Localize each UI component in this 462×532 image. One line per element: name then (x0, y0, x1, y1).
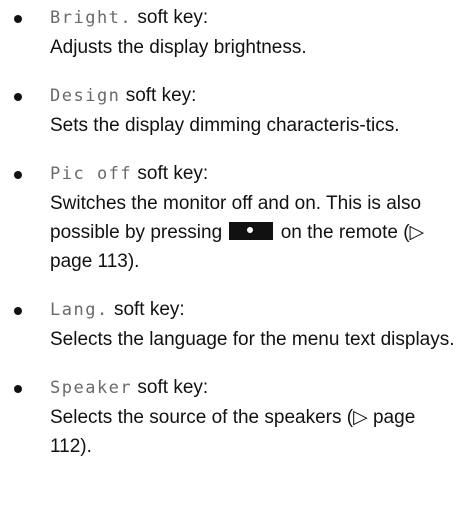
soft-key-description: Sets the display dimming characteris-tic… (50, 115, 400, 136)
list-item: Lang. soft key: Selects the language for… (0, 295, 462, 354)
soft-key-description: Selects the source of the speakers (▷ pa… (50, 407, 416, 457)
soft-key-suffix: soft key: (132, 377, 209, 398)
soft-key-description: Switches the monitor off and on. This is… (50, 189, 462, 276)
soft-key-suffix: soft key: (108, 299, 185, 320)
soft-key-description: Adjusts the display brightness. (50, 37, 307, 58)
bullet-icon (14, 307, 22, 315)
soft-key-name: Design (50, 86, 121, 106)
list-item: Design soft key: Sets the display dimmin… (0, 81, 462, 140)
bullet-icon (14, 385, 22, 393)
bullet-icon (14, 93, 22, 101)
soft-key-suffix: soft key: (132, 163, 209, 184)
monitor-button-icon (229, 222, 274, 240)
list-item: Speaker soft key: Selects the source of … (0, 373, 462, 461)
soft-key-description: Selects the language for the menu text d… (50, 329, 455, 350)
soft-key-suffix: soft key: (132, 7, 209, 28)
soft-key-name: Bright. (50, 8, 133, 28)
soft-key-name: Pic off (50, 164, 133, 184)
soft-key-suffix: soft key: (120, 85, 197, 106)
soft-key-list: Bright. soft key: Adjusts the display br… (0, 3, 462, 480)
dot-icon (247, 227, 254, 233)
bullet-icon (14, 171, 22, 179)
bullet-icon (14, 15, 22, 23)
soft-key-name: Lang. (50, 300, 109, 320)
list-item: Bright. soft key: Adjusts the display br… (0, 3, 462, 62)
list-item: Pic off soft key: Switches the monitor o… (0, 159, 462, 276)
soft-key-name: Speaker (50, 378, 133, 398)
